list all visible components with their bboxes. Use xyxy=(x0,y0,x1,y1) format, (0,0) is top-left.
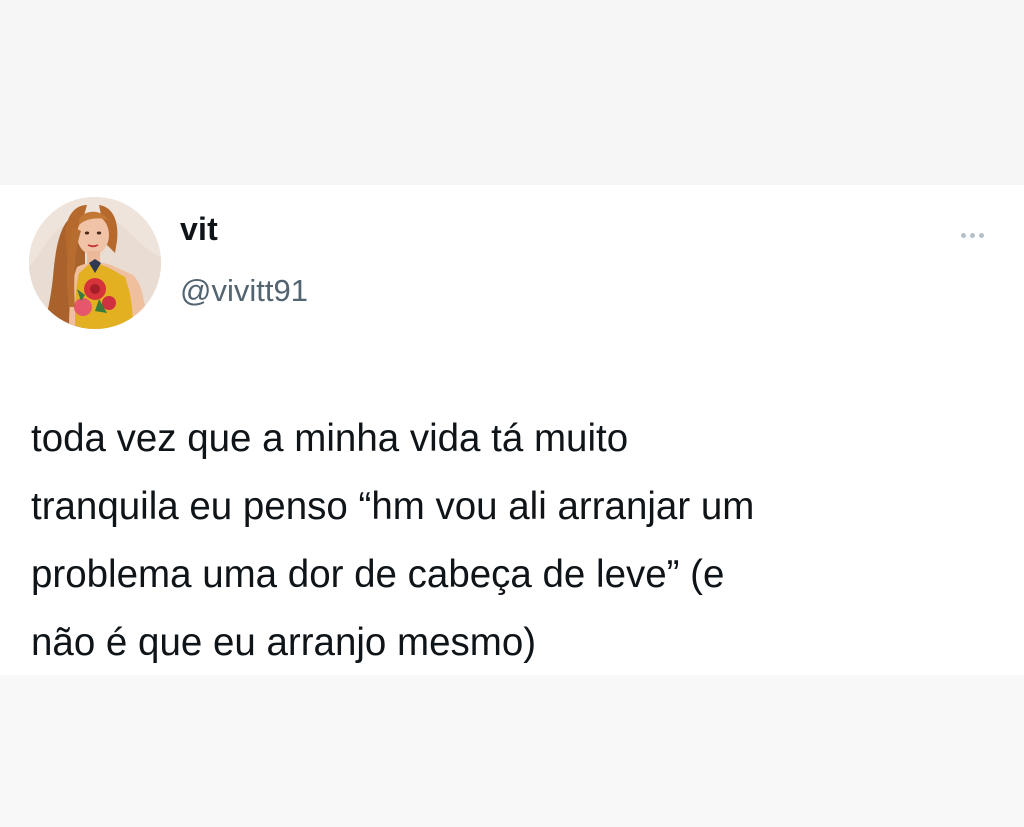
more-options-button[interactable] xyxy=(952,223,992,247)
display-name[interactable]: vit xyxy=(180,211,218,248)
user-handle[interactable]: @vivitt91 xyxy=(180,273,308,309)
ellipsis-icon xyxy=(978,232,984,238)
profile-photo-icon xyxy=(29,197,161,329)
tweet-text: toda vez que a minha vida tá muito tranq… xyxy=(31,417,755,664)
bottom-background xyxy=(0,675,1024,827)
ellipsis-icon xyxy=(969,232,975,238)
ellipsis-icon xyxy=(960,232,966,238)
tweet-card: vit @vivitt91 toda vez que a minha vida … xyxy=(0,185,1024,675)
avatar[interactable] xyxy=(29,197,161,329)
top-background xyxy=(0,0,1024,185)
